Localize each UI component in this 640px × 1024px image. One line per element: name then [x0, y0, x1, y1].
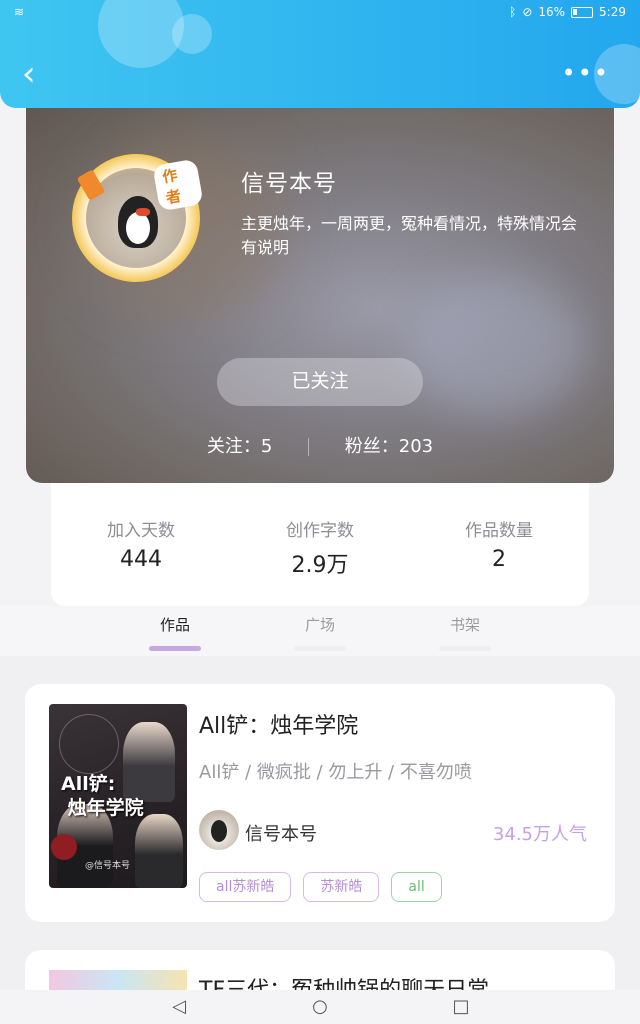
nav-recents-icon[interactable]: □	[450, 996, 472, 1018]
system-nav-bar: ◁ ○ □	[0, 990, 640, 1024]
tab-bookshelf[interactable]: 书架	[425, 614, 505, 651]
more-options-icon[interactable]: •••	[562, 61, 610, 85]
fans-label: 粉丝：	[344, 436, 399, 457]
nav-home-icon[interactable]: ○	[309, 996, 331, 1018]
work-card[interactable]: All铲: 烛年学院 @信号本号 All铲：烛年学院 All铲 / 微疯批 / …	[25, 684, 615, 922]
tab-indicator	[149, 646, 201, 651]
top-header: ≋ ᛒ ⊘ 16% 5:29 ‹ •••	[0, 0, 640, 108]
stat-value: 444	[120, 547, 162, 572]
nav-back-icon[interactable]: ◁	[168, 996, 190, 1018]
work-cover-image[interactable]: All铲: 烛年学院 @信号本号	[49, 704, 187, 888]
status-bar: ≋ ᛒ ⊘ 16% 5:29	[0, 2, 640, 24]
profile-name: 信号本号	[241, 171, 337, 197]
tab-label: 作品	[159, 616, 190, 634]
following-stat[interactable]: 关注：5	[207, 436, 272, 457]
stat-value: 2	[492, 547, 506, 572]
stat-works-count: 作品数量 2	[409, 516, 589, 572]
penguin-beak	[136, 208, 150, 216]
fans-count: 203	[398, 436, 434, 457]
avatar[interactable]: 作者	[72, 154, 204, 282]
stats-card: 加入天数 444 创作字数 2.9万 作品数量 2	[51, 470, 589, 606]
tab-indicator	[439, 646, 491, 651]
penguin-belly	[126, 212, 150, 244]
work-title[interactable]: All铲：烛年学院	[199, 708, 358, 740]
author-avatar[interactable]	[199, 810, 239, 850]
back-arrow-icon[interactable]: ‹	[22, 56, 48, 92]
following-label: 关注：	[206, 436, 261, 457]
tab-works[interactable]: 作品	[135, 614, 215, 651]
tag-chip[interactable]: all	[391, 872, 442, 902]
mute-icon: ⊘	[522, 5, 533, 19]
follow-button[interactable]: 已关注	[217, 358, 423, 406]
tab-square[interactable]: 广场	[280, 614, 360, 651]
work-popularity: 34.5万人气	[492, 824, 587, 845]
work-author[interactable]: 信号本号	[245, 820, 317, 846]
clock: 5:29	[599, 5, 626, 19]
tab-label: 书架	[449, 616, 480, 634]
work-tags-line: All铲 / 微疯批 / 勿上升 / 不喜勿喷	[199, 762, 472, 783]
tag-chip[interactable]: all苏新皓	[199, 872, 292, 902]
profile-bio: 主更烛年，一周两更，冤种看情况，特殊情况会有说明	[241, 214, 578, 257]
tab-indicator	[294, 646, 346, 651]
tab-bar: 作品 广场 书架	[0, 606, 640, 656]
divider	[308, 438, 310, 456]
tag-chips: all苏新皓 苏新皓 all	[199, 872, 442, 902]
stat-label: 作品数量	[465, 521, 533, 541]
tag-chip[interactable]: 苏新皓	[303, 872, 380, 902]
cover-title: All铲: 烛年学院	[61, 773, 144, 819]
stat-value: 2.9万	[291, 553, 349, 578]
cover-author: @信号本号	[85, 861, 131, 871]
author-badge: 作者	[152, 158, 204, 212]
cover-figure	[135, 814, 183, 888]
bluetooth-icon: ᛒ	[509, 5, 517, 19]
follow-counts: 关注：5 粉丝：203	[26, 432, 614, 458]
stat-join-days: 加入天数 444	[51, 516, 231, 572]
fans-stat[interactable]: 粉丝：203	[345, 436, 433, 457]
tab-label: 广场	[304, 616, 335, 634]
spiderweb-decor	[59, 714, 119, 774]
penguin-mini	[211, 820, 227, 842]
bg-blur	[406, 276, 586, 416]
profile-card: 作者 信号本号 主更烛年，一周两更，冤种看情况，特殊情况会有说明 已关注 关注：…	[26, 96, 614, 483]
battery-percent: 16%	[538, 5, 566, 19]
stat-label: 加入天数	[107, 521, 175, 541]
stat-word-count: 创作字数 2.9万	[230, 516, 410, 579]
wifi-icon: ≋	[14, 5, 25, 19]
rose-decor	[51, 834, 77, 860]
following-count: 5	[260, 436, 273, 457]
battery-icon	[571, 6, 594, 18]
stat-label: 创作字数	[286, 521, 354, 541]
